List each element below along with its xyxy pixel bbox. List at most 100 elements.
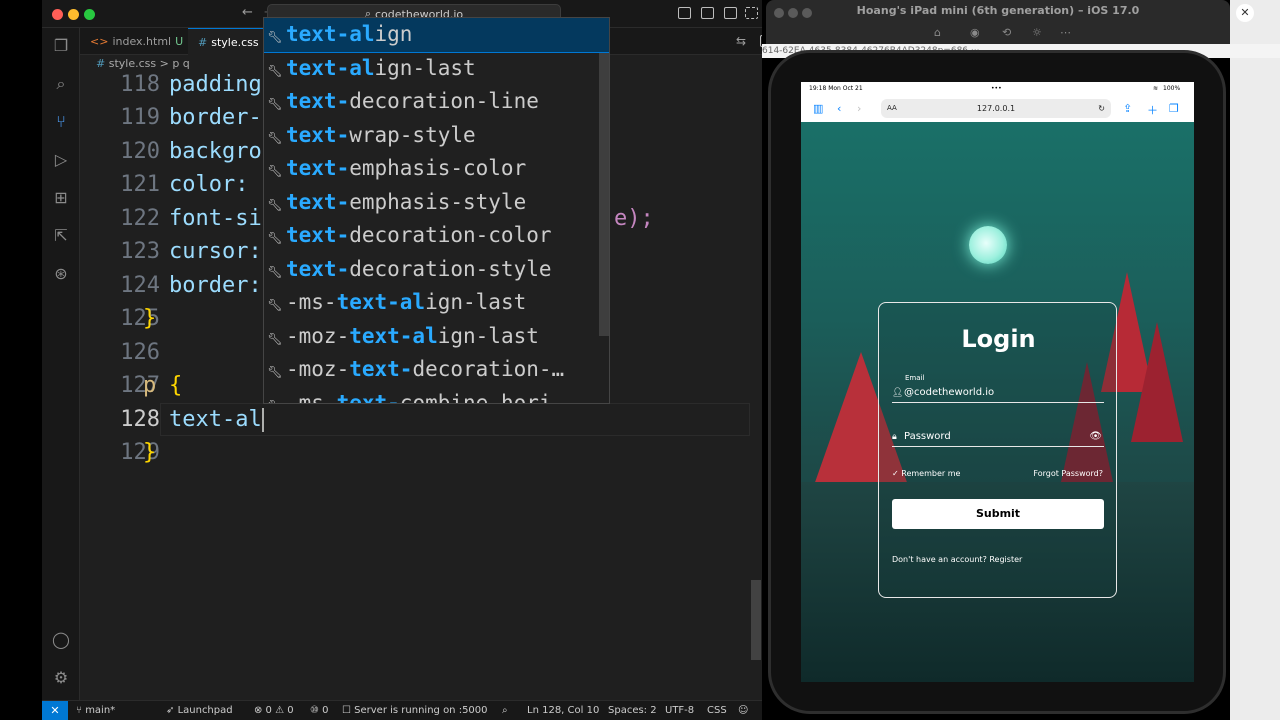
property-wrench-icon: 🔧︎ bbox=[266, 390, 284, 404]
line-number: 120 bbox=[120, 139, 160, 164]
login-title: Login bbox=[961, 325, 1036, 353]
remote-explorer-icon[interactable]: ⇱ bbox=[51, 226, 71, 246]
zoom-window-button[interactable] bbox=[84, 9, 95, 20]
password-field[interactable]: 🔒︎ Password 👁︎ bbox=[892, 427, 1104, 447]
cursor-position[interactable]: Ln 128, Col 10 bbox=[527, 701, 599, 720]
suggestion-item[interactable]: 🔧︎ -moz-text-decoration-… bbox=[264, 353, 609, 387]
suggestion-item[interactable]: 🔧︎ text-emphasis-style bbox=[264, 186, 609, 220]
suggestion-item[interactable]: 🔧︎ text-emphasis-color bbox=[264, 152, 609, 186]
close-icon[interactable]: ✕ bbox=[1236, 4, 1254, 22]
suggestion-item[interactable]: 🔧︎ text-decoration-color bbox=[264, 219, 609, 253]
search-icon[interactable]: ⌕ bbox=[51, 74, 71, 94]
indentation[interactable]: Spaces: 2 bbox=[608, 701, 657, 720]
check-icon: ✓ bbox=[892, 469, 902, 478]
forward-chevron-icon[interactable]: › bbox=[857, 102, 861, 115]
battery-level: 100% bbox=[1163, 85, 1181, 92]
background-scene: Login Email 👤︎@codetheworld.io 🔒︎ Passwor… bbox=[801, 122, 1194, 682]
settings-gear-icon[interactable]: ⚙ bbox=[51, 668, 71, 688]
editor-scrollbar[interactable] bbox=[751, 580, 761, 660]
multitasking-dots-icon[interactable]: ••• bbox=[991, 82, 1002, 96]
line-number: 122 bbox=[120, 206, 160, 231]
ios-time: 19:18 Mon Oct 21 bbox=[809, 85, 863, 92]
language-mode[interactable]: CSS bbox=[707, 701, 727, 720]
tab-index-html[interactable]: <> index.html U bbox=[80, 28, 193, 55]
suggestion-widget: 🔧︎ text-align 🔧︎ text-align-last 🔧︎ text-de… bbox=[263, 17, 610, 404]
email-field[interactable]: 👤︎@codetheworld.io bbox=[892, 383, 1104, 403]
property-wrench-icon: 🔧︎ bbox=[267, 97, 283, 111]
back-arrow-icon[interactable]: ← bbox=[242, 5, 253, 20]
line-number: 126 bbox=[120, 340, 160, 365]
rotate-icon[interactable]: ⟲ bbox=[1002, 26, 1011, 39]
account-icon[interactable]: ◯ bbox=[51, 630, 71, 650]
zoom-icon[interactable]: ⌕ bbox=[502, 701, 508, 720]
tab-label: index.html bbox=[112, 35, 172, 48]
brightness-icon[interactable]: ☼ bbox=[1032, 26, 1042, 39]
code-line-current: 128 text-al bbox=[80, 403, 762, 436]
hide-password-icon[interactable]: 👁︎ bbox=[1089, 427, 1102, 447]
lock-icon: 🔒︎ bbox=[892, 432, 897, 442]
launchpad-button[interactable]: ➶ Launchpad bbox=[166, 701, 233, 720]
problems-indicator[interactable]: ⊗ 0 ⚠ 0 bbox=[254, 701, 294, 720]
user-icon: 👤︎ bbox=[892, 388, 904, 398]
url-text: 127.0.0.1 bbox=[976, 104, 1016, 113]
status-bar: ✕ ⑂ main* ➶ Launchpad ⊗ 0 ⚠ 0 ⑩ 0 ☐ Serv… bbox=[42, 700, 762, 720]
home-icon[interactable]: ⌂ bbox=[934, 26, 941, 39]
source-control-icon[interactable]: ⑂ bbox=[51, 112, 71, 132]
suggestion-item[interactable]: 🔧︎-ms-text-combine-hori bbox=[264, 387, 609, 404]
minimize-window-button[interactable] bbox=[68, 9, 79, 20]
toggle-secondary-sidebar-icon[interactable] bbox=[724, 7, 737, 19]
suggestion-item[interactable]: 🔧︎ -moz-text-align-last bbox=[264, 320, 609, 354]
encoding[interactable]: UTF-8 bbox=[665, 701, 694, 720]
notifications-icon[interactable]: ☺ bbox=[738, 701, 748, 720]
line-number: 119 bbox=[120, 105, 160, 130]
background-window: ✕ bbox=[1230, 0, 1280, 720]
open-changes-icon[interactable]: ⇆ bbox=[736, 34, 746, 48]
register-link[interactable]: Don't have an account? Register bbox=[892, 555, 1022, 564]
toggle-sidebar-icon[interactable] bbox=[678, 7, 691, 19]
live-share-icon[interactable]: ⊛ bbox=[51, 264, 71, 284]
activity-bar: ❐ ⌕ ⑂ ▷ ⊞ ⇱ ⊛ ◯ ⚙ bbox=[42, 28, 80, 700]
address-bar[interactable]: AA 127.0.0.1 ↻ bbox=[881, 99, 1111, 118]
property-wrench-icon: 🔧︎ bbox=[267, 197, 283, 212]
toggle-panel-icon[interactable] bbox=[701, 7, 714, 19]
tabs-overview-icon[interactable]: ❐ bbox=[1169, 102, 1179, 115]
property-wrench-icon: 🔧︎ bbox=[267, 331, 283, 346]
server-status[interactable]: ☐ Server is running on :5000 bbox=[342, 701, 488, 720]
tab-label: style.css bbox=[211, 36, 259, 49]
ports-indicator[interactable]: ⑩ 0 bbox=[310, 701, 329, 720]
remote-indicator-icon[interactable]: ✕ bbox=[42, 701, 68, 720]
rocket-icon: ➶ bbox=[166, 705, 178, 716]
suggestion-item[interactable]: 🔧︎ text-decoration-line bbox=[264, 85, 609, 119]
reload-icon[interactable]: ↻ bbox=[1098, 99, 1105, 118]
suggestion-item[interactable]: 🔧︎ text-align bbox=[264, 18, 609, 53]
property-wrench-icon: 🔧︎ bbox=[267, 231, 283, 245]
close-window-button[interactable] bbox=[52, 9, 63, 20]
suggestion-item[interactable]: 🔧︎ text-align-last bbox=[264, 52, 609, 86]
explorer-icon[interactable]: ❐ bbox=[51, 36, 71, 56]
property-wrench-icon: 🔧︎ bbox=[267, 365, 283, 379]
new-tab-icon[interactable]: ＋ bbox=[1147, 102, 1158, 118]
share-icon[interactable]: ⇪ bbox=[1123, 102, 1132, 115]
back-chevron-icon[interactable]: ‹ bbox=[837, 102, 841, 115]
remember-me-checkbox[interactable]: ✓ Remember me bbox=[892, 469, 960, 478]
suggestion-item[interactable]: 🔧︎ text-decoration-style bbox=[264, 253, 609, 287]
property-wrench-icon: 🔧︎ bbox=[267, 63, 283, 78]
branch-indicator[interactable]: ⑂ main* bbox=[76, 701, 115, 720]
property-wrench-icon: 🔧︎ bbox=[267, 30, 283, 44]
property-wrench-icon: 🔧︎ bbox=[267, 264, 283, 279]
property-wrench-icon: 🔧︎ bbox=[267, 298, 283, 312]
line-number: 128 bbox=[120, 407, 160, 432]
screenshot-icon[interactable]: ◉ bbox=[970, 26, 980, 39]
sidebar-icon[interactable]: ▥ bbox=[813, 102, 823, 115]
customize-layout-icon[interactable] bbox=[745, 7, 758, 19]
extensions-icon[interactable]: ⊞ bbox=[51, 188, 71, 208]
suggestion-item[interactable]: 🔧︎ text-wrap-style bbox=[264, 119, 609, 153]
forgot-password-link[interactable]: Forgot Password? bbox=[1033, 469, 1103, 478]
closing-brace: } bbox=[143, 440, 157, 465]
opening-brace: { bbox=[169, 373, 183, 398]
run-debug-icon[interactable]: ▷ bbox=[51, 150, 71, 170]
suggestion-item[interactable]: 🔧︎ -ms-text-align-last bbox=[264, 286, 609, 320]
submit-button[interactable]: Submit bbox=[892, 499, 1104, 529]
reader-aa-button[interactable]: AA bbox=[887, 99, 897, 118]
more-icon[interactable]: ⋯ bbox=[1060, 26, 1071, 39]
